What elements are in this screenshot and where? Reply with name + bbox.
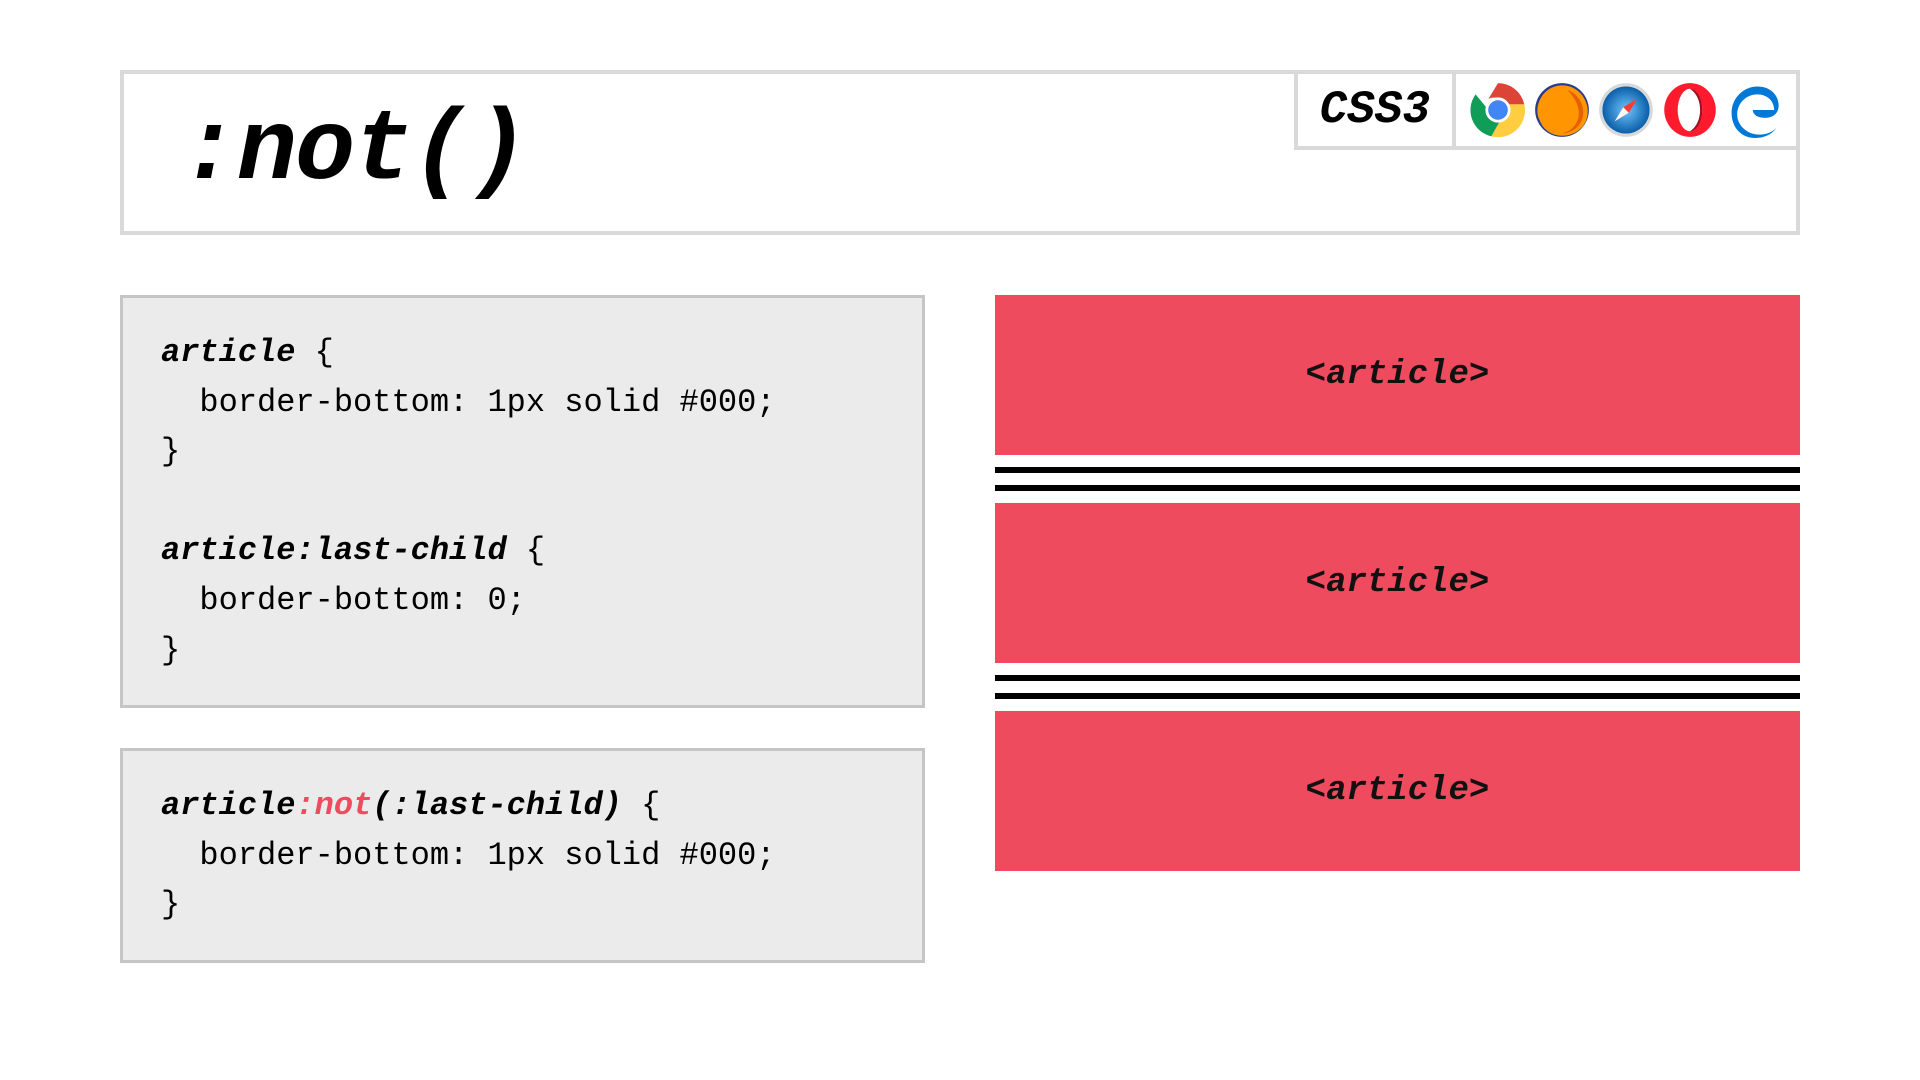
article-box: <article>	[995, 295, 1800, 455]
article-label: <article>	[1306, 564, 1490, 602]
slide-header: :not() CSS3	[120, 70, 1800, 235]
chrome-icon	[1470, 82, 1526, 138]
article-preview: <article> <article> <article>	[995, 295, 1800, 871]
slide: :not() CSS3	[0, 0, 1920, 1080]
code-rule: border-bottom: 0;	[161, 582, 526, 619]
border-divider	[995, 467, 1800, 491]
code-block-not: article:not(:last-child) { border-bottom…	[120, 748, 925, 963]
code-brace: {	[295, 334, 333, 371]
code-brace: }	[161, 433, 180, 470]
border-divider	[995, 675, 1800, 699]
content-columns: article { border-bottom: 1px solid #000;…	[120, 295, 1800, 1010]
badges: CSS3	[1294, 70, 1800, 150]
code-rule: border-bottom: 1px solid #000;	[161, 837, 776, 874]
code-brace: }	[161, 632, 180, 669]
code-brace: {	[622, 787, 660, 824]
code-not-pseudo: :not	[295, 787, 372, 824]
code-brace: }	[161, 886, 180, 923]
code-pseudo: :last-child	[295, 532, 506, 569]
article-box: <article>	[995, 711, 1800, 871]
css3-badge: CSS3	[1294, 70, 1456, 150]
article-label: <article>	[1306, 356, 1490, 394]
code-column: article { border-bottom: 1px solid #000;…	[120, 295, 925, 1010]
code-selector: (:last-child)	[372, 787, 622, 824]
preview-column: <article> <article> <article>	[995, 295, 1800, 1010]
slide-title: :not()	[179, 96, 527, 209]
edge-icon	[1726, 82, 1782, 138]
code-block-traditional: article { border-bottom: 1px solid #000;…	[120, 295, 925, 708]
article-label: <article>	[1306, 772, 1490, 810]
article-box: <article>	[995, 503, 1800, 663]
firefox-icon	[1534, 82, 1590, 138]
code-selector: article	[161, 532, 295, 569]
safari-icon	[1598, 82, 1654, 138]
code-rule: border-bottom: 1px solid #000;	[161, 384, 776, 421]
code-selector: article	[161, 334, 295, 371]
code-brace: {	[507, 532, 545, 569]
code-selector: article	[161, 787, 295, 824]
browser-support	[1456, 70, 1800, 150]
opera-icon	[1662, 82, 1718, 138]
